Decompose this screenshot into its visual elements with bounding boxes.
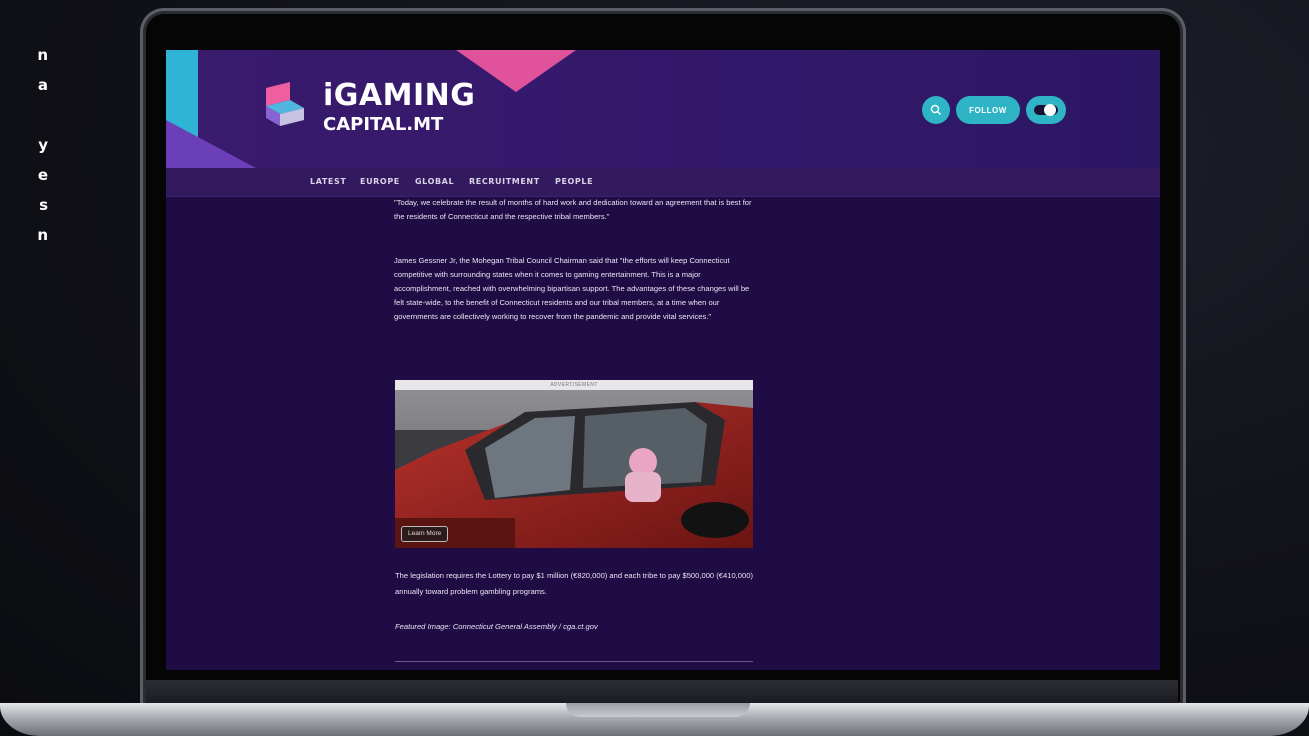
side-caption-fragments: n a y e s n (0, 40, 48, 250)
nav-item-latest[interactable]: LATEST (310, 177, 346, 186)
side-text-line: a (37, 76, 48, 94)
side-text-line: s (39, 196, 48, 214)
ad-car-image[interactable] (395, 390, 753, 548)
laptop-notch (566, 703, 750, 717)
toggle-knob-icon (1044, 104, 1056, 116)
dark-mode-toggle[interactable] (1026, 96, 1066, 124)
learn-more-button[interactable]: Learn More (401, 526, 449, 542)
advertisement[interactable]: ADVERTISEMENT Learn More (395, 380, 753, 548)
header-decoration (166, 120, 256, 168)
side-text-line (0, 100, 48, 130)
logo-title[interactable]: iGAMING (323, 78, 475, 113)
nav-item-recruitment[interactable]: RECRUITMENT (469, 177, 540, 186)
side-text-line: n (37, 226, 48, 244)
featured-image-caption: Featured Image: Connecticut General Asse… (395, 621, 598, 631)
article-paragraph: The legislation requires the Lottery to … (395, 570, 753, 596)
follow-button[interactable]: FOLLOW (956, 96, 1020, 124)
search-button[interactable] (922, 96, 950, 124)
laptop-bezel (146, 680, 1178, 704)
side-text-line: n (37, 46, 48, 64)
article-paragraph: James Gessner Jr, the Mohegan Tribal Cou… (394, 256, 750, 321)
side-text-line: y (38, 136, 48, 154)
igaming-logo-icon[interactable] (260, 78, 310, 128)
nav-item-people[interactable]: PEOPLE (555, 177, 593, 186)
nav-item-global[interactable]: GLOBAL (415, 177, 454, 186)
nav-item-europe[interactable]: EUROPE (360, 177, 400, 186)
laptop-screen: iGAMING CAPITAL.MT FOLLOW LATEST EUROPE … (166, 50, 1160, 670)
article-quote: "Today, we celebrate the result of month… (394, 198, 752, 221)
ad-label: ADVERTISEMENT (550, 382, 598, 388)
main-navigation: LATEST EUROPE GLOBAL RECRUITMENT PEOPLE (166, 168, 1160, 197)
site-header: iGAMING CAPITAL.MT FOLLOW (166, 50, 1160, 168)
logo-subtitle[interactable]: CAPITAL.MT (323, 114, 443, 135)
article-divider (395, 661, 753, 662)
search-icon (930, 104, 941, 115)
side-text-line: e (37, 166, 48, 184)
